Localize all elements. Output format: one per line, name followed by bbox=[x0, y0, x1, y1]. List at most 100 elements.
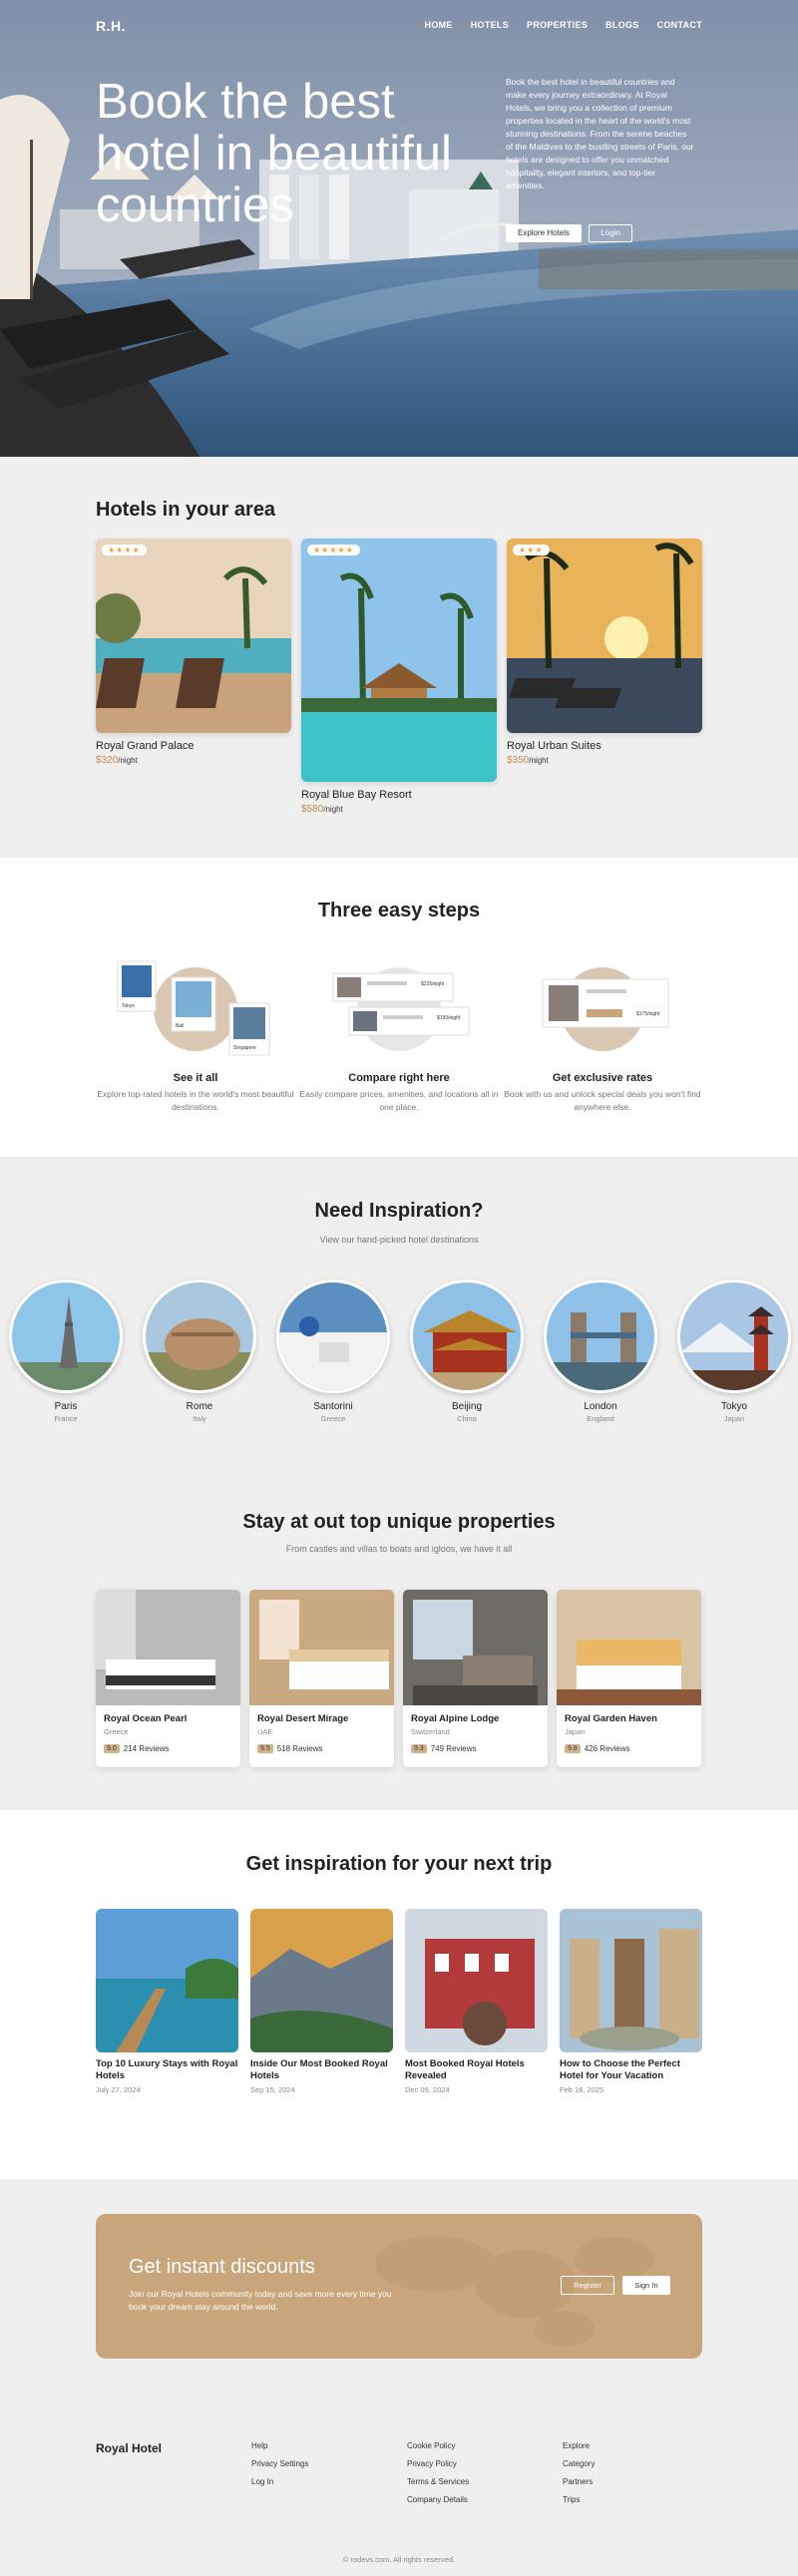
blog-image bbox=[250, 1909, 393, 2052]
nav-properties-link[interactable]: PROPERTIES bbox=[527, 20, 588, 30]
hotel-card[interactable]: ★★★★ Royal Grand Palace $320/night bbox=[96, 539, 291, 766]
property-image bbox=[557, 1590, 701, 1705]
city-image bbox=[677, 1280, 791, 1393]
property-card[interactable]: Royal Garden Haven Japan 9.8 426 Reviews bbox=[557, 1590, 701, 1767]
property-name: Royal Ocean Pearl bbox=[104, 1713, 188, 1724]
hotel-name: Royal Blue Bay Resort bbox=[301, 789, 412, 801]
property-location: Japan bbox=[565, 1727, 586, 1736]
step-label: $225/night bbox=[421, 981, 445, 987]
footer-link-category[interactable]: Category bbox=[563, 2459, 595, 2468]
blog-post-date: Sep 15, 2024 bbox=[250, 2085, 295, 2094]
blog-card[interactable]: Top 10 Luxury Stays with Royal Hotels Ju… bbox=[96, 1909, 238, 2094]
city-image bbox=[9, 1280, 123, 1393]
city-name: Tokyo bbox=[720, 1401, 748, 1412]
city-beijing[interactable]: Beijing China bbox=[409, 1280, 525, 1423]
discount-description: Join our Royal Hotels community today an… bbox=[129, 2289, 392, 2312]
step-title: Compare right here bbox=[348, 1072, 450, 1084]
price-unit: /night bbox=[529, 756, 549, 765]
blog-post-date: July 27, 2024 bbox=[96, 2085, 141, 2094]
step-compare: $225/night $190/night Compare right here… bbox=[299, 959, 499, 1114]
step-title: See it all bbox=[173, 1072, 218, 1084]
review-count: 214 Reviews bbox=[123, 1744, 170, 1753]
blog-post-title: Top 10 Luxury Stays with Royal Hotels bbox=[96, 2058, 238, 2081]
hotel-price: $320/night bbox=[96, 755, 291, 766]
price-unit: /night bbox=[323, 805, 343, 814]
footer-column-3: Explore Category Partners Trips bbox=[563, 2441, 595, 2513]
hotel-card[interactable]: ★★★ Royal Urban Suites $350/night bbox=[507, 539, 702, 766]
city-country: Greece bbox=[320, 1414, 346, 1423]
property-card[interactable]: Royal Ocean Pearl Greece 9.0 214 Reviews bbox=[96, 1590, 240, 1767]
hotel-image: ★★★★★ bbox=[301, 539, 497, 782]
city-name: Paris bbox=[54, 1401, 78, 1412]
property-rating: 9.5 518 Reviews bbox=[257, 1744, 386, 1753]
footer-link-privacy-policy[interactable]: Privacy Policy bbox=[407, 2459, 469, 2468]
logo[interactable]: R.H. bbox=[96, 18, 126, 34]
footer-link-log-in[interactable]: Log In bbox=[251, 2477, 308, 2486]
register-button[interactable]: Register bbox=[561, 2276, 614, 2295]
step-description: Easily compare prices, amenities, and lo… bbox=[299, 1089, 499, 1112]
footer-link-explore[interactable]: Explore bbox=[563, 2441, 595, 2450]
discount-banner: Get instant discounts Join our Royal Hot… bbox=[96, 2214, 702, 2359]
star-rating: ★★★★ bbox=[102, 545, 147, 555]
footer-link-partners[interactable]: Partners bbox=[563, 2477, 595, 2486]
property-image bbox=[249, 1590, 394, 1705]
step-label: Tokyo bbox=[122, 1003, 135, 1009]
blog-card[interactable]: Most Booked Royal Hotels Revealed Dec 09… bbox=[405, 1909, 548, 2094]
price-unit: /night bbox=[118, 756, 138, 765]
review-count: 749 Reviews bbox=[430, 1744, 477, 1753]
footer-link-privacy-settings[interactable]: Privacy Settings bbox=[251, 2459, 308, 2468]
nav-contact-link[interactable]: CONTACT bbox=[657, 20, 702, 30]
property-location: Switzerland bbox=[411, 1727, 450, 1736]
properties-subtitle: From castles and villas to boats and igl… bbox=[285, 1544, 513, 1554]
step-label: Singapore bbox=[233, 1045, 256, 1051]
footer-column-2: Cookie Policy Privacy Policy Terms & Ser… bbox=[407, 2441, 469, 2513]
sign-in-button[interactable]: Sign In bbox=[622, 2276, 670, 2295]
city-country: China bbox=[457, 1414, 477, 1423]
blog-post-title: Inside Our Most Booked Royal Hotels bbox=[250, 2058, 388, 2081]
footer-link-cookie-policy[interactable]: Cookie Policy bbox=[407, 2441, 469, 2450]
property-card[interactable]: Royal Desert Mirage UAE 9.5 518 Reviews bbox=[249, 1590, 394, 1767]
inspiration-subtitle: View our hand-picked hotel destinations bbox=[319, 1235, 479, 1245]
blog-post-title: Most Booked Royal Hotels Revealed bbox=[405, 2058, 525, 2081]
city-santorini[interactable]: Santorini Greece bbox=[275, 1280, 391, 1423]
city-country: England bbox=[587, 1414, 614, 1423]
property-name: Royal Alpine Lodge bbox=[411, 1713, 500, 1724]
top-nav: R.H. HOME HOTELS PROPERTIES BLOGS CONTAC… bbox=[96, 18, 702, 38]
blog-post-title: How to Choose the Perfect Hotel for Your… bbox=[560, 2058, 680, 2081]
city-rome[interactable]: Rome Italy bbox=[142, 1280, 257, 1423]
property-name: Royal Desert Mirage bbox=[257, 1713, 349, 1724]
nav-home-link[interactable]: HOME bbox=[425, 20, 453, 30]
city-london[interactable]: London England bbox=[543, 1280, 658, 1423]
nav-hotels-link[interactable]: HOTELS bbox=[471, 20, 509, 30]
step-label: $175/night bbox=[636, 1011, 660, 1017]
explore-hotels-button[interactable]: Explore Hotels bbox=[506, 224, 582, 242]
property-location: UAE bbox=[257, 1727, 273, 1736]
hotel-name: Royal Grand Palace bbox=[96, 740, 195, 752]
footer-link-help[interactable]: Help bbox=[251, 2441, 308, 2450]
step-description: Explore top-rated hotels in the world's … bbox=[97, 1089, 294, 1112]
step-exclusive: $175/night Get exclusive rates Book with… bbox=[503, 959, 702, 1114]
hero-title: Book the best hotel in beautiful countri… bbox=[96, 75, 452, 232]
review-count: 518 Reviews bbox=[276, 1744, 323, 1753]
property-card[interactable]: Royal Alpine Lodge Switzerland 9.3 749 Re… bbox=[403, 1590, 548, 1767]
page: R.H. HOME HOTELS PROPERTIES BLOGS CONTAC… bbox=[0, 0, 798, 2576]
hotel-card[interactable]: ★★★★★ Royal Blue Bay Resort $580/night bbox=[301, 539, 497, 815]
hotel-price: $580/night bbox=[301, 804, 497, 815]
price-amount: $320 bbox=[96, 755, 119, 766]
copyright: © rodevs.com. All rights reserved. bbox=[342, 2555, 456, 2564]
city-name: London bbox=[584, 1401, 617, 1412]
star-rating: ★★★★★ bbox=[307, 545, 360, 555]
footer-link-company-details[interactable]: Company Details bbox=[407, 2495, 469, 2504]
blog-card[interactable]: How to Choose the Perfect Hotel for Your… bbox=[560, 1909, 702, 2094]
login-button[interactable]: Login bbox=[589, 224, 632, 242]
city-tokyo[interactable]: Tokyo Japan bbox=[676, 1280, 792, 1423]
property-image bbox=[403, 1590, 548, 1705]
nav-blogs-link[interactable]: BLOGS bbox=[605, 20, 639, 30]
step-title: Get exclusive rates bbox=[552, 1072, 653, 1084]
city-paris[interactable]: Paris France bbox=[8, 1280, 124, 1423]
blog-card[interactable]: Inside Our Most Booked Royal Hotels Sep … bbox=[250, 1909, 393, 2094]
hotel-price: $350/night bbox=[507, 755, 702, 766]
hotel-name: Royal Urban Suites bbox=[507, 740, 601, 752]
footer-link-trips[interactable]: Trips bbox=[563, 2495, 595, 2504]
footer-link-terms[interactable]: Terms & Services bbox=[407, 2477, 469, 2486]
